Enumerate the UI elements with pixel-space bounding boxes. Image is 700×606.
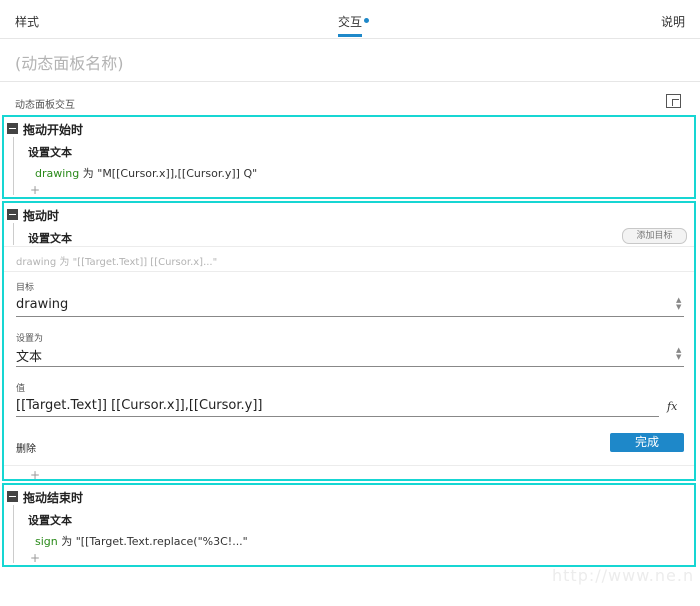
add-target-button[interactable]: 添加目标 — [622, 228, 687, 244]
watermark: http://www.ne.n — [552, 566, 695, 585]
done-button[interactable]: 完成 — [610, 433, 684, 452]
target-select[interactable]: drawing — [16, 297, 68, 312]
collapse-all-icon[interactable] — [666, 94, 681, 108]
action-value: 为 "M[[Cursor.x]],[[Cursor.y]] Q" — [79, 167, 258, 180]
add-action-plus-icon[interactable]: + — [30, 468, 40, 482]
action-title[interactable]: 设置文本 — [28, 512, 72, 528]
event-drag-end: 拖动结束时 设置文本 sign 为 "[[Target.Text.replace… — [2, 483, 696, 567]
value-label: 值 — [16, 384, 26, 394]
event-title: 拖动开始时 — [23, 123, 84, 137]
tree-line — [13, 137, 14, 195]
tab-style[interactable]: 样式 — [15, 13, 39, 30]
event-title: 拖动时 — [23, 209, 60, 223]
set-as-select-arrows-icon[interactable]: ▲ ▼ — [676, 347, 683, 361]
target-select-arrows-icon[interactable]: ▲ ▼ — [676, 297, 683, 311]
action-title[interactable]: 设置文本 — [28, 230, 72, 246]
set-as-underline — [16, 366, 684, 367]
target-underline — [16, 316, 684, 317]
set-as-select[interactable]: 文本 — [16, 346, 42, 365]
tree-line — [13, 223, 14, 245]
divider — [0, 81, 700, 82]
action-target: drawing — [35, 167, 80, 180]
delete-button[interactable]: 删除 — [16, 440, 36, 455]
event-title: 拖动结束时 — [23, 491, 84, 505]
divider — [4, 465, 694, 466]
action-target: sign — [35, 535, 58, 548]
minus-icon[interactable] — [7, 123, 18, 134]
tab-notes[interactable]: 说明 — [661, 13, 685, 30]
tab-interactions-dot — [364, 18, 369, 23]
add-action-plus-icon[interactable]: + — [30, 551, 40, 565]
action-summary-row: drawing 为 "[[Target.Text]] [[Cursor.x]..… — [4, 246, 694, 272]
section-label: 动态面板交互 — [15, 100, 75, 111]
panel-name-input[interactable]: (动态面板名称) — [15, 50, 124, 74]
tab-interactions[interactable]: 交互 — [338, 13, 362, 30]
function-fx-icon[interactable]: fx — [667, 400, 677, 413]
tree-line — [13, 505, 14, 563]
add-action-plus-icon[interactable]: + — [30, 183, 40, 197]
value-input[interactable]: [[Target.Text]] [[Cursor.x]],[[Cursor.y]… — [16, 398, 263, 413]
action-summary: drawing 为 "[[Target.Text]] [[Cursor.x]..… — [16, 257, 218, 268]
value-underline — [16, 416, 659, 417]
minus-icon[interactable] — [7, 491, 18, 502]
target-label: 目标 — [16, 283, 35, 293]
action-detail[interactable]: drawing 为 "M[[Cursor.x]],[[Cursor.y]] Q" — [35, 165, 257, 181]
action-detail[interactable]: sign 为 "[[Target.Text.replace("%3C!..." — [35, 533, 248, 549]
action-title[interactable]: 设置文本 — [28, 144, 72, 160]
action-value: 为 "[[Target.Text.replace("%3C!..." — [57, 535, 248, 548]
event-dragging: 拖动时 设置文本 添加目标 drawing 为 "[[Target.Text]]… — [2, 201, 696, 482]
active-tab-underline — [338, 34, 362, 37]
minus-icon[interactable] — [7, 209, 18, 220]
set-as-label: 设置为 — [16, 334, 44, 344]
tab-bar: 样式 交互 说明 — [0, 0, 700, 39]
event-drag-start: 拖动开始时 设置文本 drawing 为 "M[[Cursor.x]],[[Cu… — [2, 115, 696, 199]
